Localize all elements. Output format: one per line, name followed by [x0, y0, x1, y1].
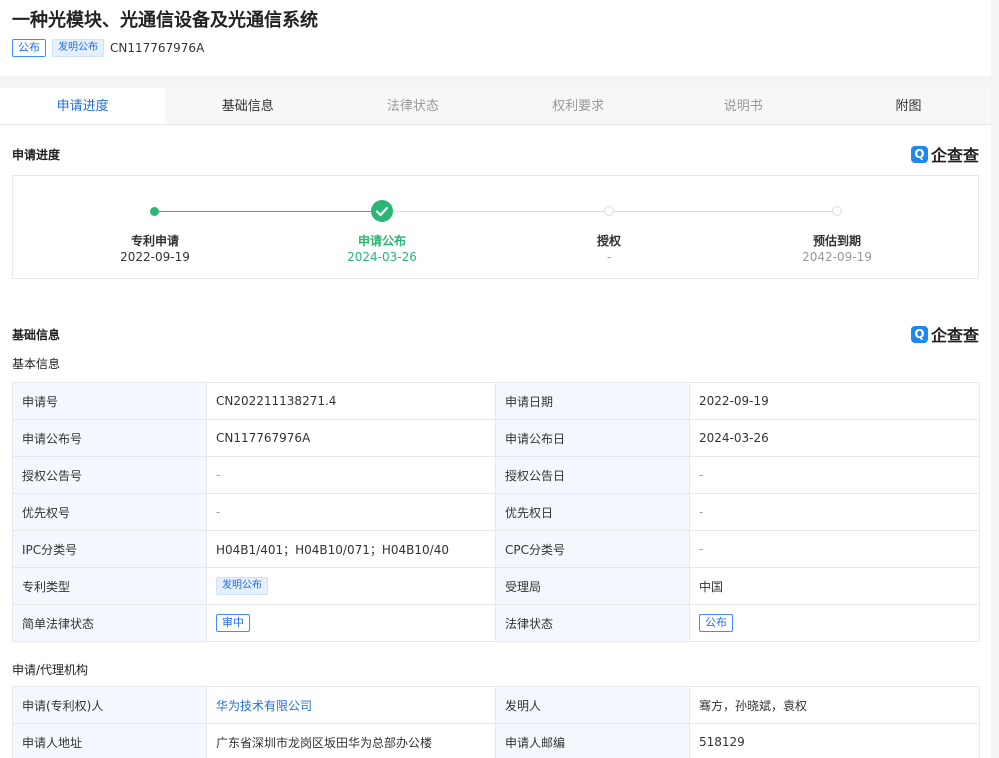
step-dot-expiry: [832, 206, 842, 216]
tab-claims[interactable]: 权利要求: [496, 88, 661, 124]
field-label: IPC分类号: [12, 530, 207, 568]
status-badge: 公布: [12, 39, 46, 57]
field-value: -: [206, 493, 496, 531]
publication-number: CN117767976A: [110, 41, 205, 55]
step-label: 申请公布: [357, 234, 406, 248]
basic-section-title: 基础信息: [12, 328, 61, 342]
table-row: 专利类型 发明公布 受理局 中国: [12, 567, 980, 605]
step-date: -: [606, 250, 612, 264]
field-value: 518129: [689, 723, 980, 758]
table-row: 申请号 CN202211138271.4 申请日期 2022-09-19: [12, 382, 980, 420]
field-value: 2024-03-26: [689, 419, 980, 457]
tab-progress[interactable]: 申请进度: [0, 88, 166, 124]
field-value: -: [206, 456, 496, 494]
field-value: H04B1/401；H04B10/071；H04B10/40: [206, 530, 496, 568]
field-label: 法律状态: [495, 604, 690, 642]
field-value: 2022-09-19: [689, 382, 980, 420]
check-icon: [371, 200, 393, 222]
field-label: 优先权日: [495, 493, 690, 531]
field-label: 申请(专利权)人: [12, 686, 207, 724]
field-value: 中国: [689, 567, 980, 605]
patent-type-badge: 发明公布: [216, 577, 268, 595]
field-label: 简单法律状态: [12, 604, 207, 642]
field-value: CN202211138271.4: [206, 382, 496, 420]
content-panel: 申请进度 Q 企查查 专利申请 2022-09-19 申请公布 2024-03-…: [0, 125, 991, 758]
table-row: 优先权号 - 优先权日 -: [12, 493, 980, 531]
tab-legal-status[interactable]: 法律状态: [330, 88, 495, 124]
basic-subtitle: 基本信息: [12, 357, 61, 371]
table-row: 申请(专利权)人 华为技术有限公司 发明人 骞方，孙晓斌，袁权: [12, 686, 980, 724]
field-value: -: [689, 493, 980, 531]
qichacha-logo: Q 企查查: [910, 142, 979, 166]
progress-timeline: 专利申请 2022-09-19 申请公布 2024-03-26 授权 - 预估到…: [12, 175, 979, 279]
agency-subtitle: 申请/代理机构: [12, 663, 89, 677]
field-label: 申请公布日: [495, 419, 690, 457]
field-value: 审中: [206, 604, 496, 642]
field-label: 专利类型: [12, 567, 207, 605]
field-label: 受理局: [495, 567, 690, 605]
field-value: CN117767976A: [206, 419, 496, 457]
field-label: 授权公告日: [495, 456, 690, 494]
qichacha-logo-icon: Q: [910, 145, 928, 163]
progress-section-title: 申请进度: [12, 148, 61, 162]
field-label: 申请号: [12, 382, 207, 420]
field-label: 申请人邮编: [495, 723, 690, 758]
type-badge: 发明公布: [52, 39, 104, 57]
field-label: 授权公告号: [12, 456, 207, 494]
basic-info-table: 申请号 CN202211138271.4 申请日期 2022-09-19 申请公…: [12, 382, 980, 642]
qichacha-logo-icon: Q: [910, 325, 928, 343]
step-dot-granted: [604, 206, 614, 216]
field-label: 申请日期: [495, 382, 690, 420]
step-date: 2042-09-19: [802, 250, 872, 264]
step-label: 专利申请: [130, 234, 179, 248]
field-value: 发明公布: [206, 567, 496, 605]
field-label: 申请人地址: [12, 723, 207, 758]
step-dot-filed: [150, 207, 159, 216]
legal-status-badge: 公布: [699, 614, 733, 632]
tab-bar: 申请进度 基础信息 法律状态 权利要求 说明书 附图: [0, 88, 991, 125]
field-value: 公布: [689, 604, 980, 642]
step-date: 2024-03-26: [347, 250, 417, 264]
field-label: 申请公布号: [12, 419, 207, 457]
table-row: 授权公告号 - 授权公告日 -: [12, 456, 980, 494]
field-label: 发明人: [495, 686, 690, 724]
field-value: -: [689, 456, 980, 494]
step-label: 预估到期: [812, 234, 861, 248]
table-row: 简单法律状态 审中 法律状态 公布: [12, 604, 980, 642]
step-label: 授权: [596, 234, 621, 248]
logo-text: 企查查: [930, 326, 979, 345]
simple-legal-status-badge: 审中: [216, 614, 250, 632]
patent-title: 一种光模块、光通信设备及光通信系统: [12, 10, 318, 31]
field-label: 优先权号: [12, 493, 207, 531]
table-row: 申请公布号 CN117767976A 申请公布日 2024-03-26: [12, 419, 980, 457]
step-date: 2022-09-19: [120, 250, 190, 264]
agency-table: 申请(专利权)人 华为技术有限公司 发明人 骞方，孙晓斌，袁权 申请人地址 广东…: [12, 686, 980, 758]
field-value: -: [689, 530, 980, 568]
patent-tags: 公布 发明公布 CN117767976A: [12, 39, 979, 57]
table-row: 申请人地址 广东省深圳市龙岗区坂田华为总部办公楼 申请人邮编 518129: [12, 723, 980, 758]
qichacha-logo: Q 企查查: [910, 322, 979, 346]
table-row: IPC分类号 H04B1/401；H04B10/071；H04B10/40 CP…: [12, 530, 980, 568]
progress-line-done: [154, 211, 382, 212]
tab-figures[interactable]: 附图: [826, 88, 991, 124]
field-value: 广东省深圳市龙岗区坂田华为总部办公楼: [206, 723, 496, 758]
logo-text: 企查查: [930, 146, 979, 165]
field-label: CPC分类号: [495, 530, 690, 568]
tab-description[interactable]: 说明书: [661, 88, 826, 124]
field-value: 骞方，孙晓斌，袁权: [689, 686, 980, 724]
applicant-link[interactable]: 华为技术有限公司: [206, 686, 496, 724]
tab-basic-info[interactable]: 基础信息: [165, 88, 330, 124]
patent-header: 一种光模块、光通信设备及光通信系统 公布 发明公布 CN117767976A: [0, 0, 991, 76]
